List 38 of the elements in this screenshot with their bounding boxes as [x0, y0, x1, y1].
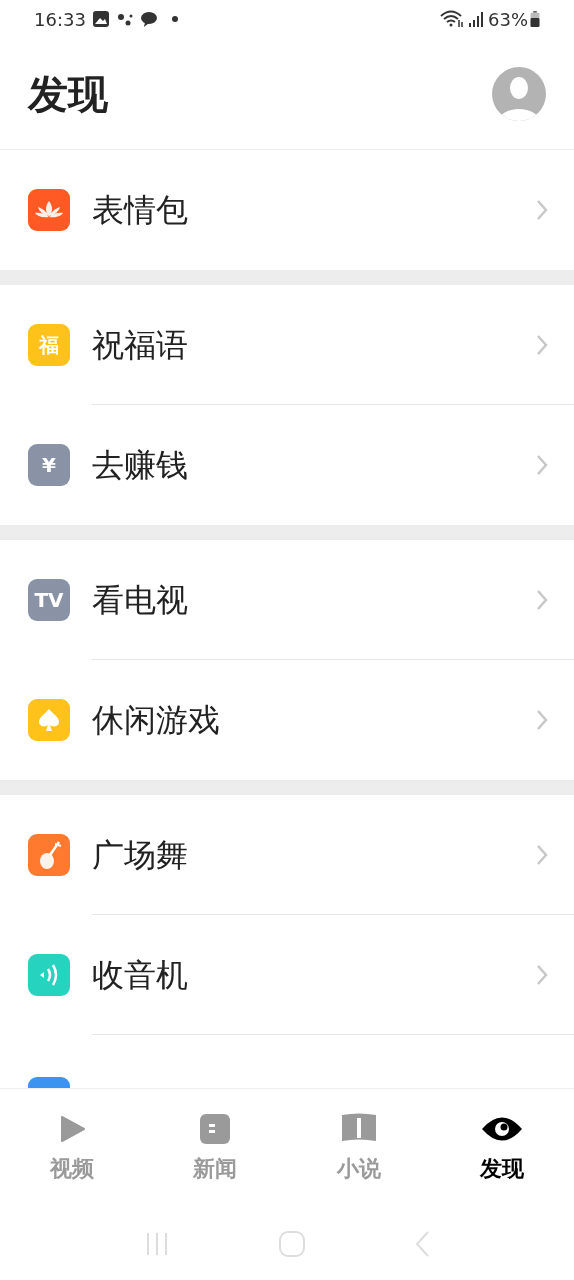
image-icon: [91, 10, 110, 28]
chat-icon: [139, 10, 158, 28]
page-title: 发现: [28, 69, 108, 119]
icon-glyph: TV: [34, 590, 64, 610]
signal-icon: [468, 11, 484, 27]
menu-item[interactable]: 休闲游戏: [0, 660, 574, 780]
wifi-icon: [440, 10, 464, 28]
chevron-right-icon: [536, 964, 548, 986]
home-icon[interactable]: [278, 1230, 306, 1258]
item-label: 祝福语: [92, 325, 189, 366]
chevron-right-icon: [536, 334, 548, 356]
item-label: 休闲游戏: [92, 700, 221, 741]
chevron-right-icon: [536, 709, 548, 731]
tab[interactable]: 发现: [430, 1112, 574, 1185]
icon-glyph: ¥: [42, 455, 56, 475]
recent-apps-icon[interactable]: [144, 1231, 170, 1257]
item-label: 广场舞: [92, 835, 189, 876]
back-icon[interactable]: [414, 1230, 430, 1258]
chevron-right-icon: [536, 454, 548, 476]
chevron-right-icon: [536, 199, 548, 221]
menu-item[interactable]: ¥ 去赚钱: [0, 405, 574, 525]
battery-percent: 63%: [488, 7, 528, 32]
avatar-icon[interactable]: [492, 66, 546, 121]
chevron-right-icon: [536, 589, 548, 611]
item-label: 表情包: [92, 190, 189, 231]
chevron-right-icon: [536, 844, 548, 866]
menu-item[interactable]: 表情包: [0, 150, 574, 270]
item-label: 看电视: [92, 580, 189, 621]
menu-item[interactable]: TV 看电视: [0, 540, 574, 660]
item-label: 去赚钱: [92, 445, 189, 486]
menu-item[interactable]: 收音机: [0, 915, 574, 1035]
news-icon: [199, 1113, 232, 1145]
battery-icon: [530, 11, 540, 27]
menu-item[interactable]: 福 祝福语: [0, 285, 574, 405]
status-time: 16:33: [34, 7, 86, 32]
item-label: 收音机: [92, 955, 189, 996]
icon-glyph: 福: [39, 335, 59, 355]
menu-item[interactable]: 广场舞: [0, 795, 574, 915]
